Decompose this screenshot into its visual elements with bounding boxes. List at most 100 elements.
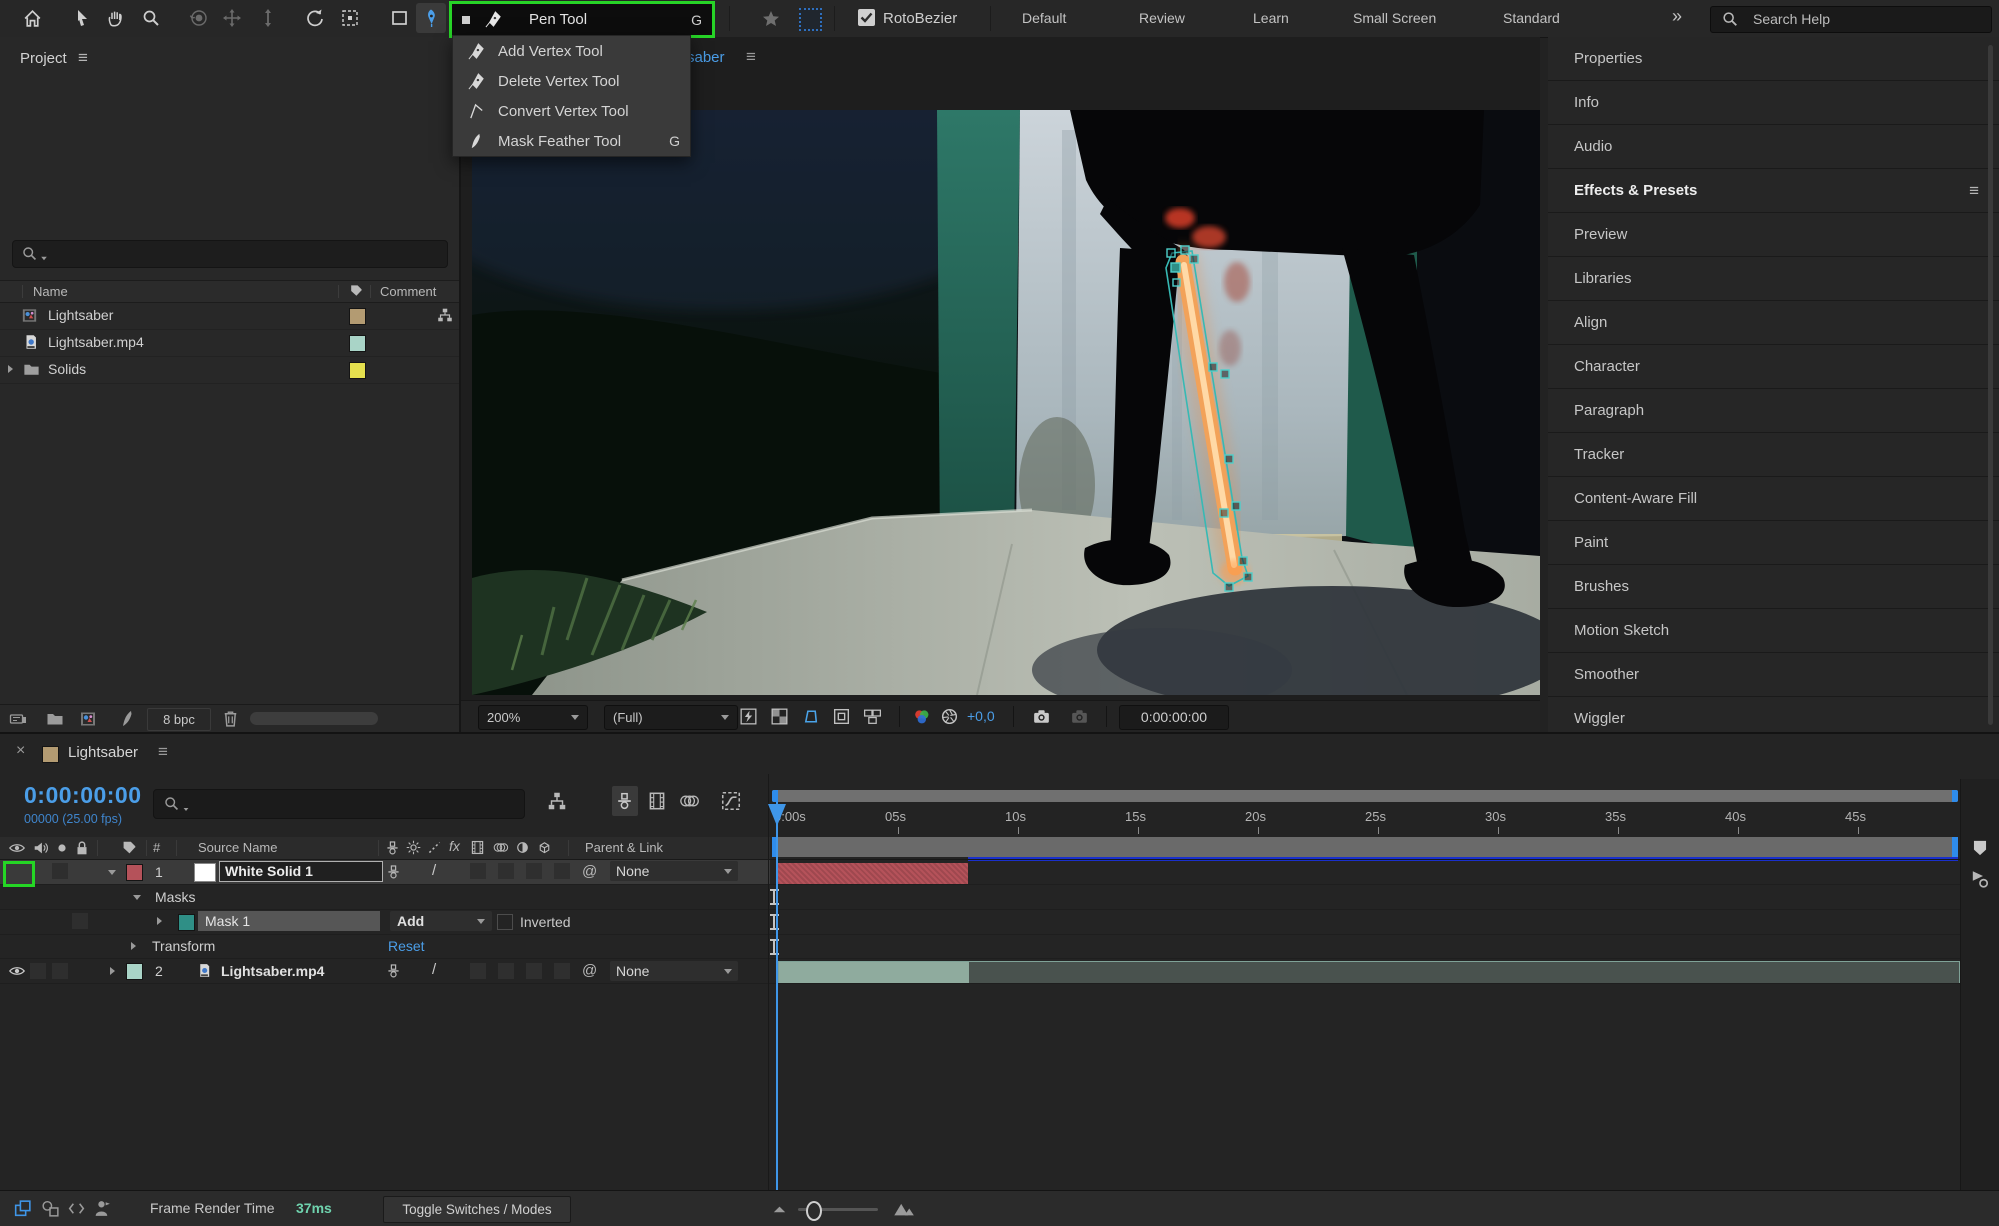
panel-tab-paragraph[interactable]: Paragraph bbox=[1548, 389, 1999, 432]
interpret-footage-icon[interactable] bbox=[8, 709, 28, 729]
label-column-icon[interactable] bbox=[348, 283, 364, 299]
workspace-tab-standard[interactable]: Standard bbox=[1503, 10, 1560, 26]
workspace-tab-small-screen[interactable]: Small Screen bbox=[1353, 10, 1436, 26]
project-row-lightsaber-mp4[interactable]: Lightsaber.mp4 bbox=[0, 329, 459, 357]
layer2-duration-bar[interactable] bbox=[778, 961, 1960, 984]
panel-tab-brushes[interactable]: Brushes bbox=[1548, 565, 1999, 608]
panel-tab-paint[interactable]: Paint bbox=[1548, 521, 1999, 564]
camera-tool-icon[interactable] bbox=[340, 8, 360, 28]
timeline-tab-menu-icon[interactable]: ≡ bbox=[158, 742, 168, 762]
exposure-value[interactable]: +0,0 bbox=[967, 708, 995, 724]
effects-presets-menu-icon[interactable]: ≡ bbox=[1969, 181, 1979, 201]
mask-inverted-checkbox[interactable] bbox=[497, 914, 513, 930]
marker-bin-icon[interactable] bbox=[1968, 867, 1992, 891]
layer2-shy-icon[interactable] bbox=[385, 962, 402, 979]
panel-tab-align[interactable]: Align bbox=[1548, 301, 1999, 344]
work-area-bar[interactable] bbox=[772, 837, 1958, 857]
workspace-tab-learn[interactable]: Learn bbox=[1253, 10, 1289, 26]
composition-viewport[interactable] bbox=[472, 110, 1540, 695]
pen-tool-slot[interactable] bbox=[416, 3, 446, 33]
trash-icon[interactable] bbox=[220, 708, 241, 729]
dolly-camera-tool-icon[interactable] bbox=[258, 8, 278, 28]
time-ruler[interactable]: 0:00s 05s 10s 15s 20s 25s 30s 35s 40s 45… bbox=[770, 802, 1960, 837]
motion-blur-icon[interactable] bbox=[678, 790, 700, 812]
channel-color-icon[interactable] bbox=[911, 706, 932, 727]
layer1-quality-icon[interactable]: / bbox=[432, 862, 436, 879]
pen-tool-selected-row[interactable]: Pen Tool G bbox=[449, 1, 715, 38]
shy-toggle[interactable] bbox=[612, 786, 638, 816]
layer1-label-chip[interactable] bbox=[126, 864, 143, 881]
project-panel-title[interactable]: Project bbox=[20, 50, 67, 67]
panel-tab-preview[interactable]: Preview bbox=[1548, 213, 1999, 256]
new-folder-icon[interactable] bbox=[45, 709, 65, 729]
layer1-name-edit-box[interactable]: White Solid 1 bbox=[219, 861, 383, 882]
exposure-icon[interactable] bbox=[939, 706, 960, 727]
composition-tab-label[interactable]: saber bbox=[687, 49, 725, 66]
timeline-tab-close-icon[interactable]: × bbox=[16, 742, 25, 760]
mask1-name-selected-box[interactable]: Mask 1 bbox=[198, 911, 380, 931]
column-name[interactable]: Name bbox=[33, 284, 68, 299]
column-comment[interactable]: Comment bbox=[380, 284, 436, 299]
label-color-chip[interactable] bbox=[349, 335, 366, 352]
workspace-overflow-chevron[interactable]: » bbox=[1672, 6, 1682, 27]
rectangle-tool-slot[interactable] bbox=[386, 4, 414, 32]
zoom-in-mountain-icon[interactable] bbox=[892, 1197, 915, 1220]
time-navigator-bar[interactable] bbox=[772, 790, 1958, 802]
layer2-pickwhip-icon[interactable]: @ bbox=[582, 962, 597, 979]
navigator-start-handle[interactable] bbox=[772, 790, 778, 802]
bit-depth-button[interactable]: 8 bpc bbox=[147, 708, 211, 731]
composition-tab-menu-icon[interactable]: ≡ bbox=[746, 47, 756, 67]
workspace-tab-default[interactable]: Default bbox=[1022, 10, 1066, 26]
timeline-zoom-slider-knob[interactable] bbox=[806, 1201, 822, 1221]
layer1-solo-cell[interactable] bbox=[52, 863, 68, 879]
layer2-quality-icon[interactable]: / bbox=[432, 961, 436, 978]
shy-person-icon[interactable] bbox=[92, 1198, 113, 1219]
selection-tool-icon[interactable] bbox=[72, 8, 92, 28]
project-row-lightsaber[interactable]: Lightsaber bbox=[0, 302, 459, 330]
timeline-comp-tab[interactable]: Lightsaber bbox=[68, 744, 138, 761]
pan-camera-tool-icon[interactable] bbox=[222, 8, 242, 28]
new-composition-icon[interactable] bbox=[78, 709, 98, 729]
workspace-tab-review[interactable]: Review bbox=[1139, 10, 1185, 26]
timeline-timecode[interactable]: 0:00:00:00 bbox=[24, 782, 142, 809]
project-panel-menu-icon[interactable]: ≡ bbox=[78, 48, 88, 68]
masks-group-row[interactable]: Masks bbox=[0, 885, 770, 909]
layer1-shy-icon[interactable] bbox=[385, 863, 402, 880]
snap-icon[interactable] bbox=[40, 1198, 61, 1219]
layer2-label-chip[interactable] bbox=[126, 963, 143, 980]
transform-row[interactable]: Transform Reset bbox=[0, 935, 770, 958]
region-of-interest-icon[interactable] bbox=[831, 706, 852, 727]
panel-tab-audio[interactable]: Audio bbox=[1548, 125, 1999, 168]
star-icon[interactable] bbox=[761, 9, 781, 29]
view-layout-icon[interactable] bbox=[862, 706, 883, 727]
search-help-box[interactable]: Search Help bbox=[1710, 6, 1992, 33]
snapshot-icon[interactable] bbox=[1031, 706, 1052, 727]
transform-reset-link[interactable]: Reset bbox=[388, 938, 425, 954]
panel-tab-info[interactable]: Info bbox=[1548, 81, 1999, 124]
panel-tab-motion-sketch[interactable]: Motion Sketch bbox=[1548, 609, 1999, 652]
layer1-solid-swatch[interactable] bbox=[194, 863, 216, 882]
expand-panes-icon[interactable] bbox=[12, 1198, 33, 1219]
mask1-row[interactable]: Mask 1 Add Inverted bbox=[0, 910, 770, 934]
layer2-eye-icon[interactable] bbox=[8, 962, 26, 980]
layer2-expand-chevron-icon[interactable] bbox=[110, 967, 115, 975]
layer1-parent-dropdown[interactable]: None bbox=[610, 861, 738, 881]
menu-item-convert-vertex[interactable]: Convert Vertex Tool bbox=[453, 96, 690, 126]
home-icon[interactable] bbox=[22, 8, 43, 29]
panel-tab-smoother[interactable]: Smoother bbox=[1548, 653, 1999, 696]
layer1-pickwhip-icon[interactable]: @ bbox=[582, 863, 597, 880]
rotation-tool-icon[interactable] bbox=[305, 8, 325, 28]
menu-item-delete-vertex[interactable]: Delete Vertex Tool bbox=[453, 66, 690, 96]
right-panel-scrollbar[interactable] bbox=[1988, 45, 1993, 725]
orbit-camera-tool-icon[interactable] bbox=[189, 8, 209, 28]
render-engine-icon[interactable] bbox=[118, 709, 138, 729]
expression-arrows-icon[interactable] bbox=[66, 1198, 87, 1219]
fill-swatch-icon[interactable] bbox=[799, 8, 822, 31]
layer-row-white-solid[interactable]: 1 White Solid 1 / @ None bbox=[0, 860, 770, 884]
layer-row-lightsaber-mp4[interactable]: 2 Lightsaber.mp4 / @ None bbox=[0, 959, 770, 983]
composition-mini-flowchart-icon[interactable] bbox=[546, 790, 568, 812]
source-name-column-label[interactable]: Source Name bbox=[198, 840, 277, 855]
playhead-line[interactable] bbox=[776, 802, 778, 1192]
comp-marker-icon[interactable] bbox=[1969, 837, 1991, 859]
timeline-search-box[interactable] bbox=[153, 789, 525, 819]
